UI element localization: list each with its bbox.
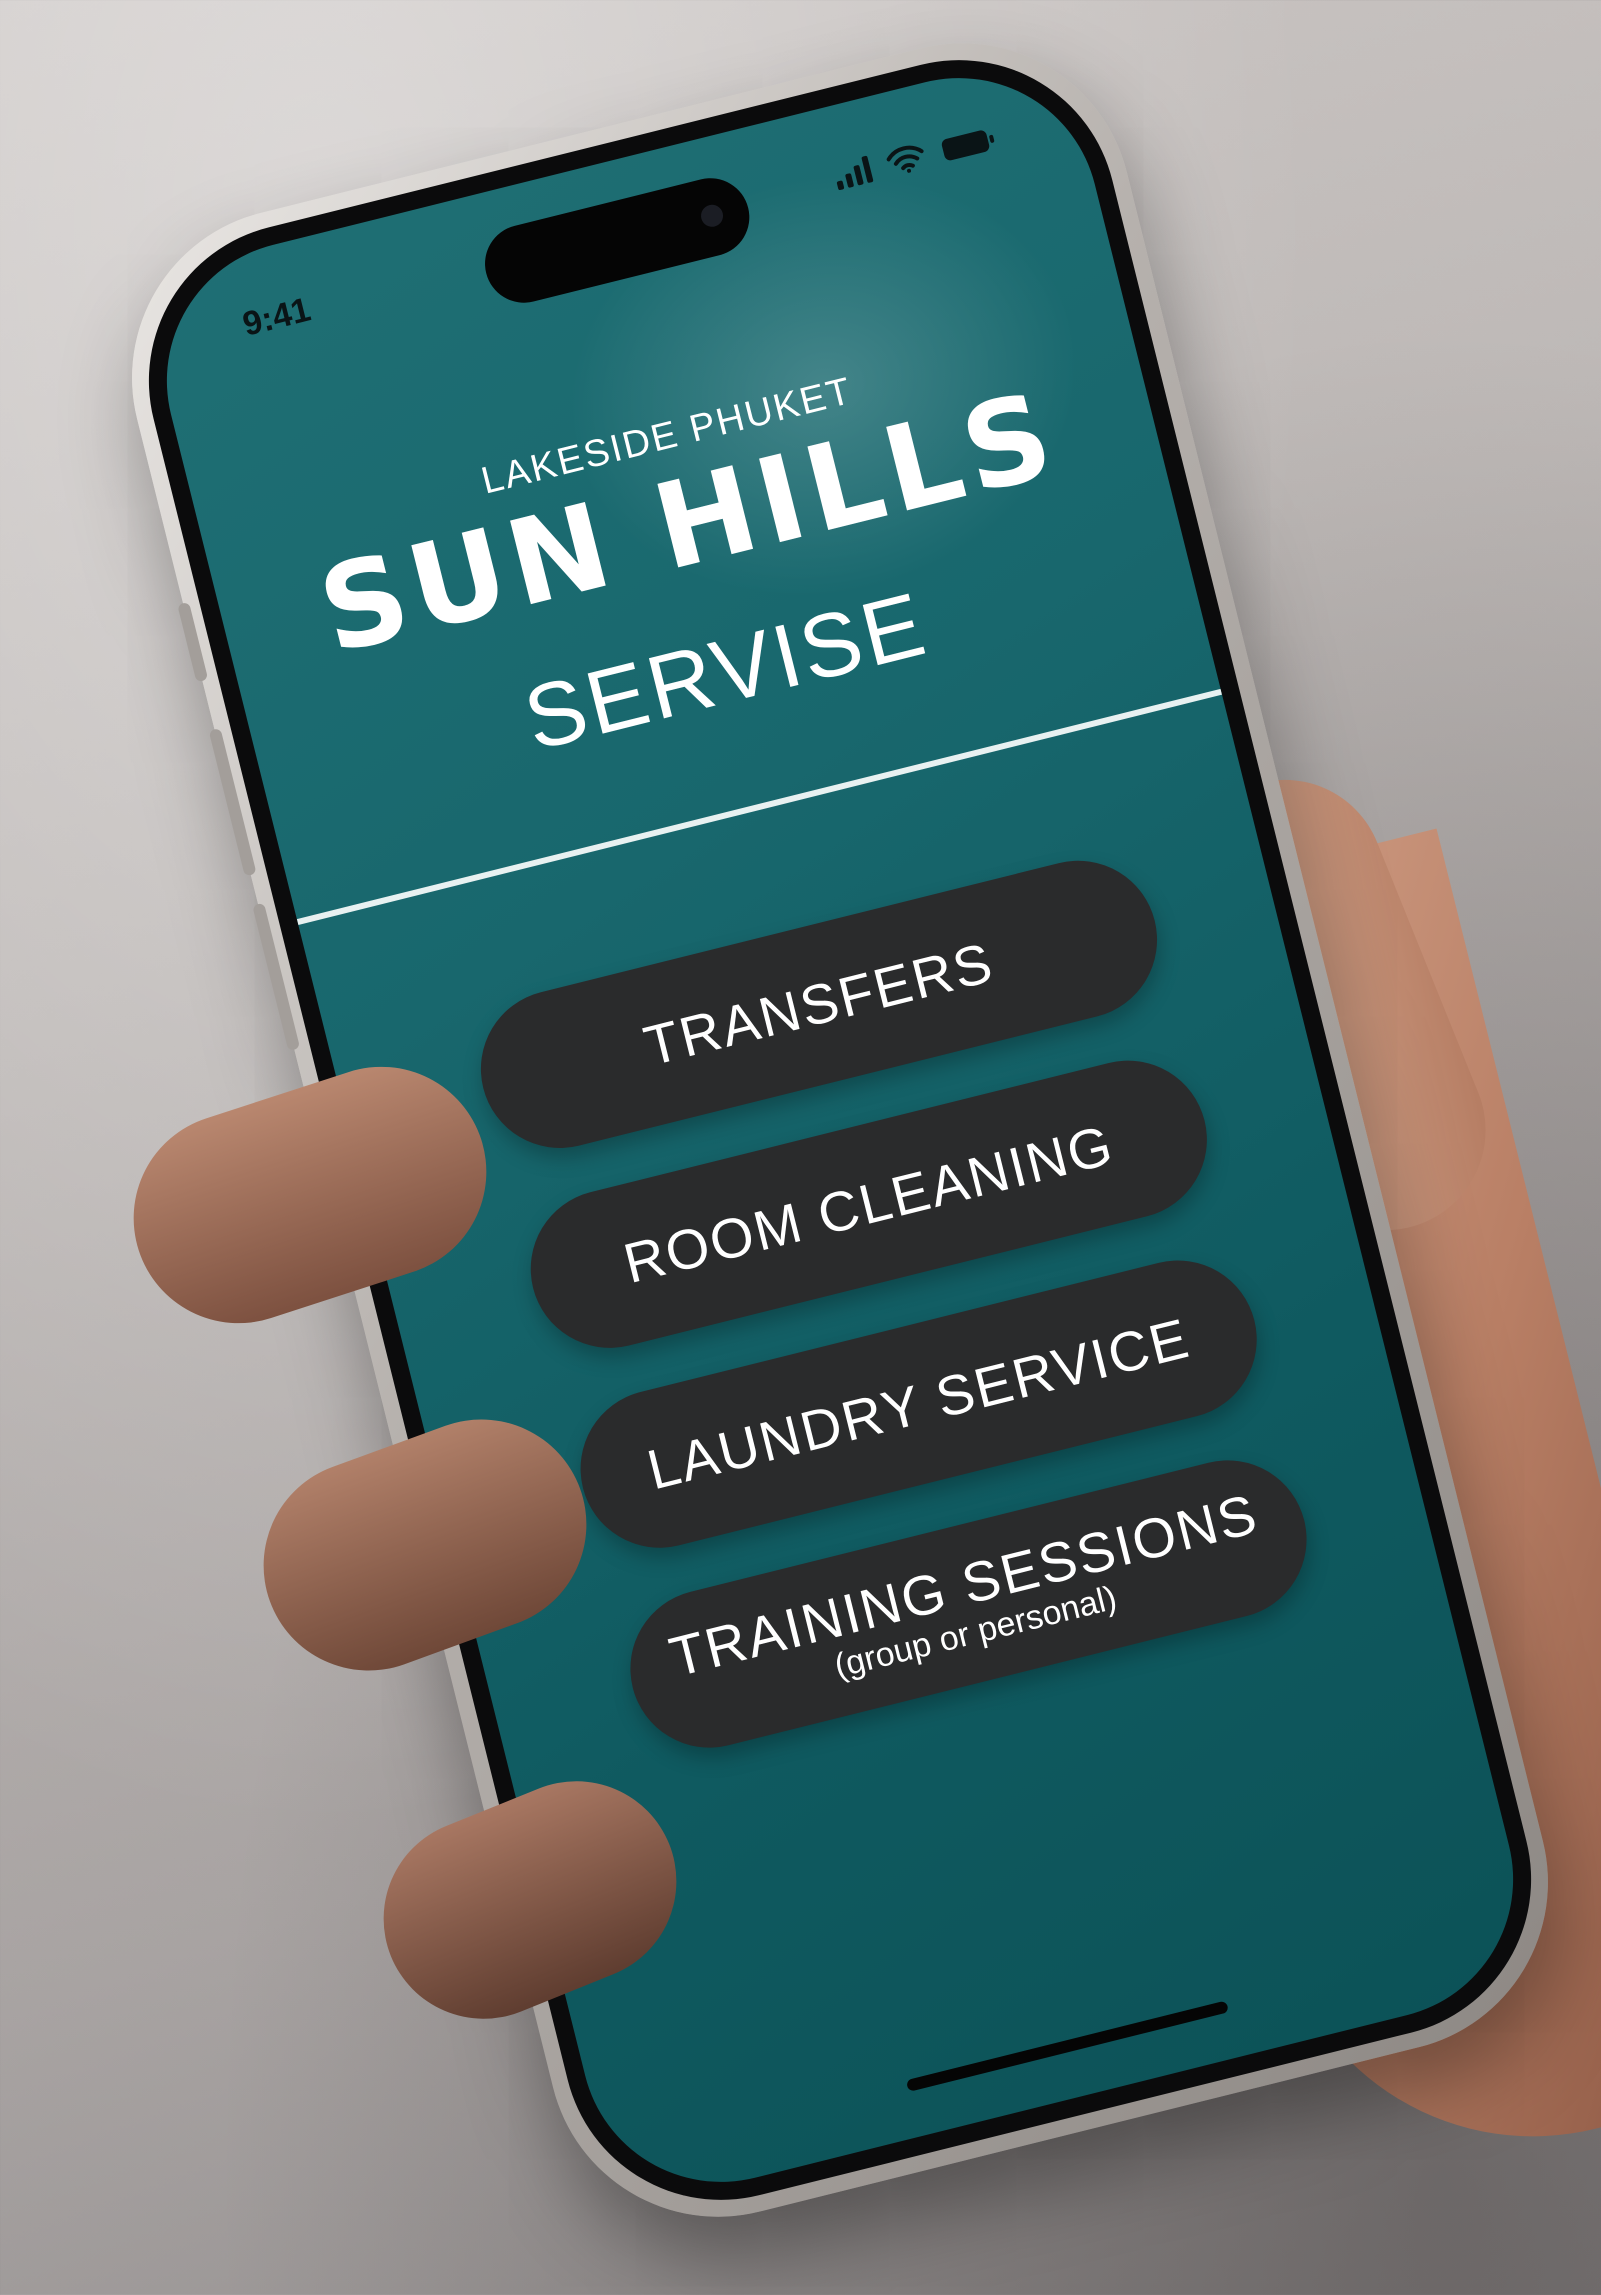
front-camera-icon [698, 202, 726, 230]
wifi-icon [884, 141, 928, 177]
services-menu: TRANSFERS ROOM CLEANING LAUNDRY SERVICE … [464, 843, 1324, 1765]
status-time: 9:41 [239, 290, 315, 344]
menu-item-label: ROOM CLEANING [617, 1112, 1120, 1295]
menu-item-label: LAUNDRY SERVICE [641, 1305, 1196, 1502]
menu-item-label: TRANSFERS [637, 929, 1000, 1078]
battery-icon [939, 126, 998, 164]
